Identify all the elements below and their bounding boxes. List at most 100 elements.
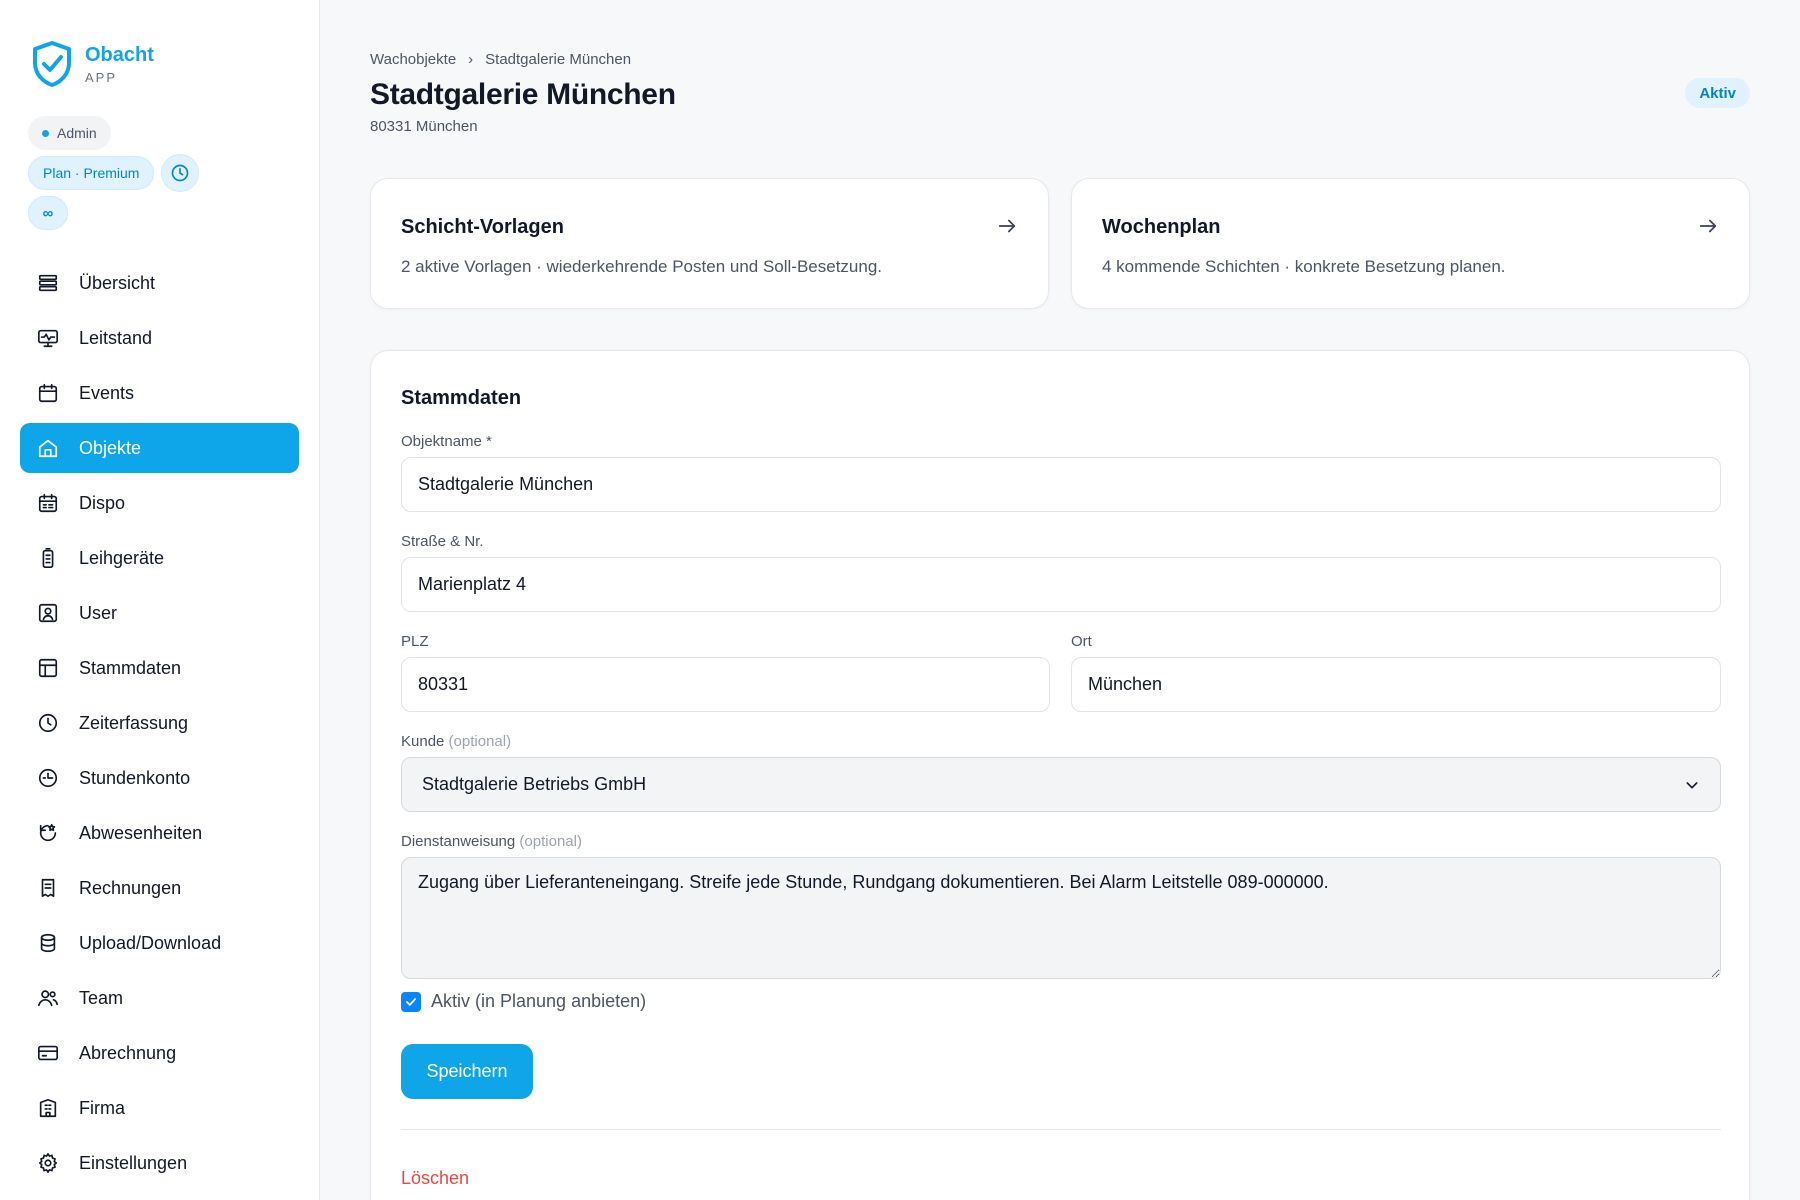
city-input[interactable] (1071, 657, 1721, 712)
sidebar-item-stundenkonto[interactable]: Stundenkonto (20, 753, 299, 803)
home-icon (36, 436, 60, 460)
sidebar-item-uebersicht[interactable]: Übersicht (20, 258, 299, 308)
calendar-icon (36, 381, 60, 405)
database-icon (36, 931, 60, 955)
page-subtitle: 80331 München (370, 118, 478, 135)
user-square-icon (36, 601, 60, 625)
breadcrumb-current: Stadtgalerie München (485, 51, 632, 68)
layout-icon (36, 656, 60, 680)
save-button[interactable]: Speichern (401, 1044, 533, 1099)
sidebar-item-dispo[interactable]: Dispo (20, 478, 299, 528)
breadcrumb-separator: › (468, 51, 474, 68)
shield-logo-icon (31, 40, 73, 93)
card-title: Wochenplan (1102, 216, 1221, 238)
customer-label-text: Kunde (401, 733, 445, 750)
clock-icon (171, 164, 189, 182)
customer-select-value: Stadtgalerie Betriebs GmbH (422, 774, 647, 794)
sidebar-item-label: Abwesenheiten (79, 822, 203, 843)
device-icon (36, 546, 60, 570)
users-icon (36, 986, 60, 1010)
sidebar-item-label: Zeiterfassung (79, 712, 189, 733)
active-checkbox-label: Aktiv (in Planung anbieten) (431, 991, 647, 1011)
optional-hint: (optional) (448, 733, 512, 750)
sidebar-item-label: User (79, 602, 118, 623)
status-badge: Aktiv (1685, 78, 1750, 108)
master-data-form: Stammdaten Objektname * Straße & Nr. PLZ… (370, 350, 1750, 1200)
checkmark-icon (406, 997, 416, 1006)
zip-label: PLZ (401, 633, 429, 650)
sidebar-item-stammdaten[interactable]: Stammdaten (20, 643, 299, 693)
chevron-down-icon (1686, 781, 1698, 788)
card-description: 2 aktive Vorlagen · wiederkehrende Poste… (401, 257, 883, 276)
sidebar-item-upload-download[interactable]: Upload/Download (20, 918, 299, 968)
sidebar-item-label: Übersicht (79, 272, 156, 293)
sidebar-item-objekte[interactable]: Objekte (20, 423, 299, 473)
active-checkbox-row[interactable]: Aktiv (in Planung anbieten) (401, 991, 646, 1012)
absence-icon (36, 821, 60, 845)
sidebar-item-label: Leihgeräte (79, 547, 165, 568)
sidebar-item-abrechnung[interactable]: Abrechnung (20, 1028, 299, 1078)
credit-card-icon (36, 1041, 60, 1065)
customer-label: Kunde (optional) (401, 733, 511, 750)
brand[interactable]: Obacht APP (31, 40, 154, 93)
delete-button[interactable]: Löschen (401, 1168, 469, 1189)
divider (401, 1129, 1721, 1130)
sidebar-item-label: Objekte (79, 437, 142, 458)
plan-clock-button[interactable] (161, 154, 199, 192)
customer-select[interactable]: Stadtgalerie Betriebs GmbH (401, 757, 1721, 812)
sidebar-item-team[interactable]: Team (20, 973, 299, 1023)
calendar-grid-icon (36, 491, 60, 515)
sidebar-item-leitstand[interactable]: Leitstand (20, 313, 299, 363)
optional-hint: (optional) (519, 833, 582, 850)
sidebar-item-label: Upload/Download (79, 932, 222, 953)
invoice-icon (36, 876, 60, 900)
zip-input[interactable] (401, 657, 1050, 712)
sidebar-item-label: Rechnungen (79, 877, 182, 898)
sidebar-item-events[interactable]: Events (20, 368, 299, 418)
monitor-icon (36, 326, 60, 350)
clock-icon (36, 711, 60, 735)
instruction-label-text: Dienstanweisung (401, 833, 516, 850)
sidebar-item-leihgeraete[interactable]: Leihgeräte (20, 533, 299, 583)
active-checkbox[interactable] (401, 991, 421, 1012)
sidebar-item-abwesenheiten[interactable]: Abwesenheiten (20, 808, 299, 858)
sidebar-item-label: Stundenkonto (79, 767, 191, 788)
sidebar-item-user[interactable]: User (20, 588, 299, 638)
breadcrumb: Wachobjekte › Stadtgalerie München (370, 51, 631, 68)
street-input[interactable] (401, 557, 1721, 612)
time-account-icon (36, 766, 60, 790)
sidebar-item-rechnungen[interactable]: Rechnungen (20, 863, 299, 913)
arrow-right-icon (1697, 215, 1719, 237)
plan-badge[interactable]: Plan · Premium (28, 156, 155, 190)
city-label: Ort (1071, 633, 1092, 650)
breadcrumb-link-wachobjekte[interactable]: Wachobjekte (370, 51, 456, 68)
sidebar: Obacht APP Admin Plan · Premium ∞ Übersi… (0, 0, 320, 1200)
sidebar-item-label: Stammdaten (79, 657, 182, 678)
object-name-input[interactable] (401, 457, 1721, 512)
sidebar-item-firma[interactable]: Firma (20, 1083, 299, 1133)
list-icon (36, 271, 60, 295)
role-badge: Admin (28, 116, 111, 150)
building-icon (36, 1096, 60, 1120)
sidebar-item-einstellungen[interactable]: Einstellungen (20, 1138, 299, 1188)
status-dot-icon (42, 129, 49, 137)
card-description: 4 kommende Schichten · konkrete Besetzun… (1102, 257, 1506, 276)
sidebar-item-label: Leitstand (79, 327, 153, 348)
sidebar-item-zeiterfassung[interactable]: Zeiterfassung (20, 698, 299, 748)
section-title: Stammdaten (401, 387, 522, 409)
weekly-plan-card[interactable]: Wochenplan 4 kommende Schichten · konkre… (1071, 178, 1750, 309)
brand-subtitle: APP (85, 70, 118, 85)
shift-templates-card[interactable]: Schicht-Vorlagen 2 aktive Vorlagen · wie… (370, 178, 1049, 309)
object-name-label: Objektname * (401, 433, 492, 450)
sidebar-item-label: Firma (79, 1097, 125, 1118)
unlimited-badge[interactable]: ∞ (28, 196, 68, 230)
street-label: Straße & Nr. (401, 533, 484, 550)
instruction-textarea[interactable]: Zugang über Lieferanteneingang. Streife … (401, 857, 1721, 979)
brand-name: Obacht (85, 44, 154, 66)
sidebar-item-label: Team (79, 987, 124, 1008)
sidebar-item-label: Abrechnung (79, 1042, 177, 1063)
sidebar-item-label: Dispo (79, 492, 126, 513)
role-label: Admin (57, 125, 97, 141)
page-title: Stadtgalerie München (370, 78, 676, 111)
gear-icon (36, 1151, 60, 1175)
